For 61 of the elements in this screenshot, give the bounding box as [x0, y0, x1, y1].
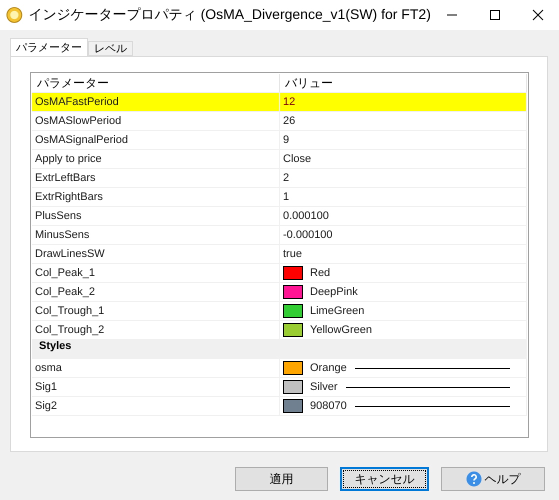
property-name: ExtrLeftBars	[35, 172, 96, 184]
property-row[interactable]: Col_Trough_2 YellowGreen	[32, 321, 527, 340]
property-value: Close	[283, 153, 312, 165]
property-name: Apply to price	[35, 153, 102, 165]
property-row[interactable]: OsMAFastPeriod 12	[32, 93, 527, 112]
property-row[interactable]: Col_Peak_1 Red	[32, 264, 527, 283]
tab[interactable]: レベル	[88, 41, 133, 56]
property-name: Col_Trough_2	[35, 324, 104, 336]
property-row[interactable]: Col_Trough_1 LimeGreen	[32, 302, 527, 321]
property-value: 9	[283, 134, 290, 146]
close-icon	[532, 9, 544, 21]
property-value: 0.000100	[283, 210, 329, 222]
property-row[interactable]: Apply to price Close	[32, 150, 527, 169]
section-label: Styles	[38, 340, 72, 354]
column-header: パラメーター	[32, 74, 280, 92]
property-value: Silver	[310, 381, 338, 393]
property-row[interactable]: PlusSens 0.000100	[32, 207, 527, 226]
property-name: OsMAFastPeriod	[35, 96, 119, 108]
property-row[interactable]: OsMASlowPeriod 26	[32, 112, 527, 131]
property-name: Sig2	[35, 400, 58, 412]
property-name: MinusSens	[35, 229, 90, 241]
dialog-button[interactable]: キャンセル	[340, 467, 429, 491]
property-row[interactable]: Sig2 908070	[32, 397, 527, 416]
property-value: Red	[310, 267, 330, 279]
property-value: LimeGreen	[310, 305, 364, 317]
property-row[interactable]: ExtrLeftBars 2	[32, 169, 527, 188]
property-name: PlusSens	[35, 210, 82, 222]
dialog-button[interactable]: 適用	[235, 467, 328, 491]
property-row[interactable]: DrawLinesSW true	[32, 245, 527, 264]
help-button[interactable]: ヘルプ	[441, 467, 545, 491]
property-value: true	[283, 248, 302, 260]
property-name: Col_Peak_2	[35, 286, 95, 298]
app-icon	[6, 6, 23, 24]
property-value: 1	[283, 191, 290, 203]
property-name: DrawLinesSW	[35, 248, 105, 260]
property-value: YellowGreen	[310, 324, 372, 336]
window-title: インジケータープロパティ (OsMA_Divergence_v1(SW) for FT2)	[28, 6, 431, 24]
property-row[interactable]: MinusSens -0.000100	[32, 226, 527, 245]
property-row[interactable]: osma Orange	[32, 359, 527, 378]
help-icon	[466, 471, 482, 487]
property-name: ExtrRightBars	[35, 191, 103, 203]
property-row[interactable]: Col_Peak_2 DeepPink	[32, 283, 527, 302]
property-value: Orange	[310, 362, 347, 374]
column-header: バリュー	[280, 74, 527, 92]
property-row[interactable]: OsMASignalPeriod 9	[32, 131, 527, 150]
property-value: 26	[283, 115, 296, 127]
property-name: OsMASignalPeriod	[35, 134, 128, 146]
property-name: Col_Peak_1	[35, 267, 95, 279]
property-value: 908070	[310, 400, 347, 412]
property-name: Col_Trough_1	[35, 305, 104, 317]
property-name: OsMASlowPeriod	[35, 115, 122, 127]
property-name: Sig1	[35, 381, 58, 393]
tab[interactable]: パラメーター	[10, 38, 88, 56]
property-row[interactable]: ExtrRightBars 1	[32, 188, 527, 207]
property-value: 2	[283, 172, 290, 184]
property-name: osma	[35, 362, 62, 374]
property-value: 12	[283, 96, 296, 108]
property-row[interactable]: Sig1 Silver	[32, 378, 527, 397]
maximize-icon	[488, 9, 501, 21]
property-value: -0.000100	[283, 229, 333, 241]
property-value: DeepPink	[310, 286, 358, 298]
